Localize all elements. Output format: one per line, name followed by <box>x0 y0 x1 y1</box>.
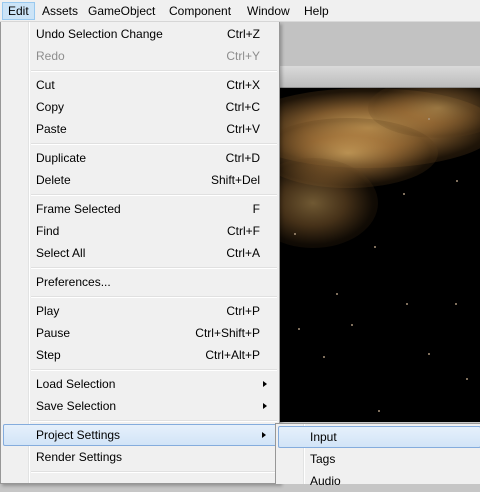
scene-toolbar <box>278 66 480 88</box>
menu-item-shortcut: Ctrl+D <box>225 151 260 165</box>
menu-item-shortcut: Ctrl+P <box>226 304 260 318</box>
menu-item-label: Pause <box>36 326 71 340</box>
menu-item-label: Tags <box>310 452 336 466</box>
menu-separator <box>31 267 277 269</box>
menu-item-label: Load Selection <box>36 377 116 391</box>
menu-item-preferences[interactable]: Preferences... <box>3 271 277 293</box>
menu-item-shortcut: Ctrl+Alt+P <box>205 348 260 362</box>
star <box>378 410 380 412</box>
edit-menu: Undo Selection Change Ctrl+Z Redo Ctrl+Y… <box>0 22 280 484</box>
menu-item-shortcut: Ctrl+A <box>226 246 260 260</box>
menu-item-label: Render Settings <box>36 450 123 464</box>
submenu-item-input[interactable]: Input <box>278 426 480 448</box>
menu-item-select-all[interactable]: Select All Ctrl+A <box>3 242 277 264</box>
menu-item-undo[interactable]: Undo Selection Change Ctrl+Z <box>3 23 277 45</box>
menu-assets[interactable]: Assets <box>36 2 84 20</box>
menu-item-shortcut: Ctrl+C <box>225 100 260 114</box>
menu-item-label: Paste <box>36 122 67 136</box>
menu-item-label: Select All <box>36 246 86 260</box>
star <box>336 293 338 295</box>
menu-window[interactable]: Window <box>241 2 296 20</box>
menu-item-label: Preferences... <box>36 275 111 289</box>
menu-item-project-settings[interactable]: Project Settings <box>3 424 277 446</box>
menu-item-label: Find <box>36 224 60 238</box>
menu-item-render-settings[interactable]: Render Settings <box>3 446 277 468</box>
menu-item-label: Duplicate <box>36 151 87 165</box>
menu-item-shortcut: F <box>252 202 260 216</box>
menu-item-label: Redo <box>36 49 65 63</box>
menu-gameobject[interactable]: GameObject <box>82 2 161 20</box>
menu-item-find[interactable]: Find Ctrl+F <box>3 220 277 242</box>
menu-item-label: Cut <box>36 78 55 92</box>
menu-item-delete[interactable]: Delete Shift+Del <box>3 169 277 191</box>
menu-item-label: Step <box>36 348 61 362</box>
star <box>374 246 376 248</box>
star <box>351 324 353 326</box>
menu-component[interactable]: Component <box>163 2 237 20</box>
star <box>455 303 457 305</box>
menu-item-shortcut: Ctrl+X <box>226 78 260 92</box>
submenu-item-tags[interactable]: Tags <box>278 448 480 470</box>
menu-item-shortcut: Ctrl+Y <box>226 49 260 63</box>
star <box>403 193 405 195</box>
menu-item-label: Undo Selection Change <box>36 27 163 41</box>
menu-item-cut[interactable]: Cut Ctrl+X <box>3 74 277 96</box>
menu-item-label: Project Settings <box>36 428 121 442</box>
submenu-item-audio[interactable]: Audio <box>278 470 480 492</box>
menu-separator <box>31 143 277 145</box>
menu-item-label: Play <box>36 304 60 318</box>
star <box>406 303 408 305</box>
menu-item-shortcut: Shift+Del <box>210 173 260 187</box>
menu-item-play[interactable]: Play Ctrl+P <box>3 300 277 322</box>
star <box>298 328 300 330</box>
menu-separator <box>31 369 277 371</box>
menu-item-load-selection[interactable]: Load Selection <box>3 373 277 395</box>
star <box>294 233 296 235</box>
star <box>323 356 325 358</box>
submenu-arrow-icon <box>262 432 266 438</box>
star <box>428 353 430 355</box>
star <box>456 180 458 182</box>
submenu-arrow-icon <box>263 381 267 387</box>
menu-item-label: Input <box>310 430 337 444</box>
menu-item-label: Delete <box>36 173 71 187</box>
menu-separator <box>31 420 277 422</box>
menu-edit[interactable]: Edit <box>2 2 35 20</box>
menu-item-label: Frame Selected <box>36 202 121 216</box>
menu-item-shortcut: Ctrl+V <box>226 122 260 136</box>
scene-view[interactable] <box>278 88 480 422</box>
menu-item-shortcut: Ctrl+Z <box>227 27 260 41</box>
menu-separator <box>31 194 277 196</box>
menu-item-copy[interactable]: Copy Ctrl+C <box>3 96 277 118</box>
project-settings-submenu: Input Tags Audio <box>275 423 480 488</box>
menu-separator <box>31 70 277 72</box>
menu-item-frame-selected[interactable]: Frame Selected F <box>3 198 277 220</box>
menu-item-pause[interactable]: Pause Ctrl+Shift+P <box>3 322 277 344</box>
menu-separator <box>31 471 277 473</box>
menu-item-paste[interactable]: Paste Ctrl+V <box>3 118 277 140</box>
menu-item-shortcut: Ctrl+F <box>227 224 260 238</box>
menu-help[interactable]: Help <box>298 2 335 20</box>
menu-item-label: Save Selection <box>36 399 117 413</box>
menu-item-duplicate[interactable]: Duplicate Ctrl+D <box>3 147 277 169</box>
menubar: Edit Assets GameObject Component Window … <box>0 0 480 22</box>
menu-item-save-selection[interactable]: Save Selection <box>3 395 277 417</box>
star <box>466 378 468 380</box>
menu-item-label: Audio <box>310 474 341 488</box>
menu-separator <box>31 296 277 298</box>
menu-item-redo[interactable]: Redo Ctrl+Y <box>3 45 277 67</box>
menu-item-label: Copy <box>36 100 65 114</box>
submenu-arrow-icon <box>263 403 267 409</box>
menu-item-step[interactable]: Step Ctrl+Alt+P <box>3 344 277 366</box>
star <box>428 118 430 120</box>
menu-item-shortcut: Ctrl+Shift+P <box>195 326 260 340</box>
